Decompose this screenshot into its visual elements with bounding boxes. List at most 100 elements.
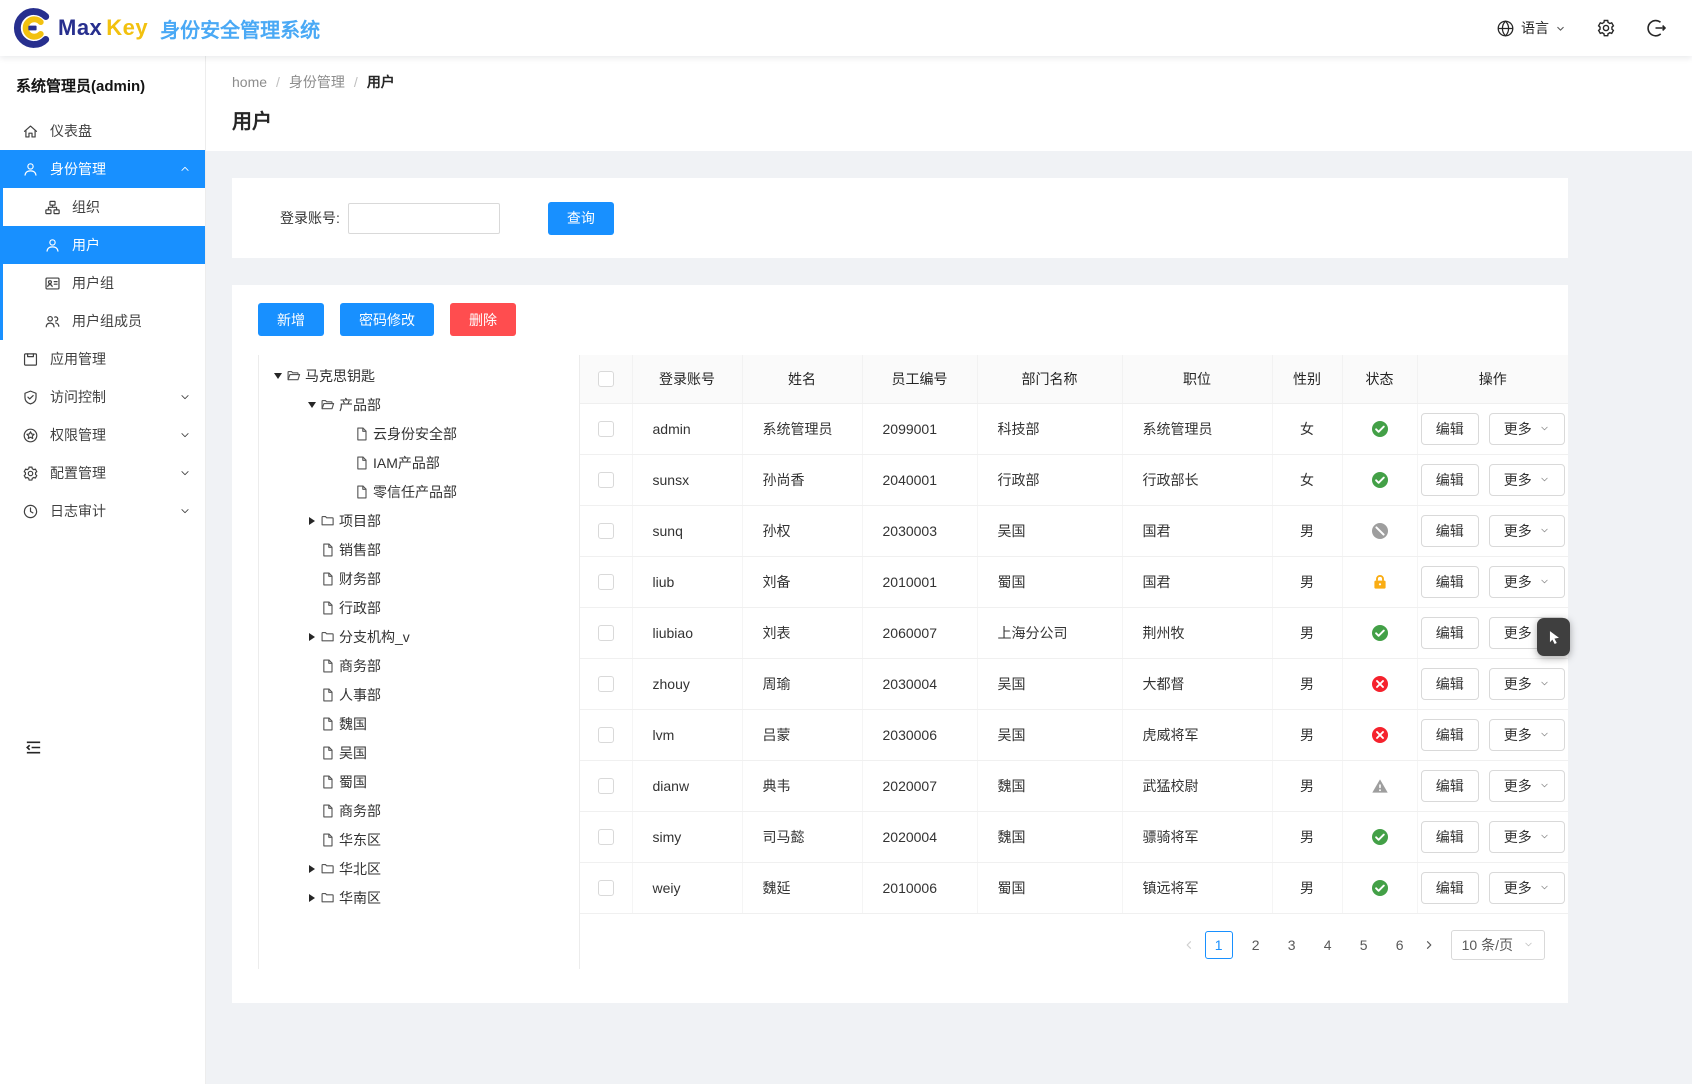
caret-down-icon[interactable] <box>269 373 286 379</box>
breadcrumb-home[interactable]: home <box>232 74 267 90</box>
sidebar-item-org[interactable]: 组织 <box>3 188 205 226</box>
query-button[interactable]: 查询 <box>548 202 614 235</box>
caret-right-icon[interactable] <box>303 894 320 902</box>
sidebar-user-title: 系统管理员(admin) <box>0 56 205 112</box>
tree-node[interactable]: 华东区 <box>259 825 579 854</box>
sidebar-item-audit[interactable]: 日志审计 <box>0 492 205 530</box>
sidebar-item-perm[interactable]: 权限管理 <box>0 416 205 454</box>
tree-node[interactable]: 吴国 <box>259 738 579 767</box>
sidebar-item-access[interactable]: 访问控制 <box>0 378 205 416</box>
tree-node[interactable]: 行政部 <box>259 593 579 622</box>
sidebar-item-dashboard[interactable]: 仪表盘 <box>0 112 205 150</box>
menu-fold-icon[interactable] <box>24 738 43 757</box>
tree-node[interactable]: 华北区 <box>259 854 579 883</box>
breadcrumb-identity[interactable]: 身份管理 <box>289 72 345 92</box>
row-checkbox[interactable] <box>598 676 614 692</box>
page-button-4[interactable]: 4 <box>1315 931 1341 959</box>
edit-button[interactable]: 编辑 <box>1421 872 1479 904</box>
cell-ops: 编辑更多 <box>1417 505 1568 556</box>
caret-right-icon[interactable] <box>303 865 320 873</box>
edit-button[interactable]: 编辑 <box>1421 413 1479 445</box>
edit-button[interactable]: 编辑 <box>1421 515 1479 547</box>
more-button[interactable]: 更多 <box>1489 515 1565 547</box>
edit-button[interactable]: 编辑 <box>1421 566 1479 598</box>
logout-icon[interactable] <box>1646 18 1666 38</box>
cell-account: admin <box>632 403 742 454</box>
tree-node[interactable]: 蜀国 <box>259 767 579 796</box>
table-header-row: 登录账号姓名员工编号部门名称职位性别状态操作 <box>580 355 1568 403</box>
more-button[interactable]: 更多 <box>1489 668 1565 700</box>
caret-right-icon[interactable] <box>303 517 320 525</box>
tree-node[interactable]: 华南区 <box>259 883 579 912</box>
row-checkbox[interactable] <box>598 829 614 845</box>
row-checkbox[interactable] <box>598 778 614 794</box>
more-button[interactable]: 更多 <box>1489 464 1565 496</box>
tree-node[interactable]: 人事部 <box>259 680 579 709</box>
tree-node[interactable]: 分支机构_v <box>259 622 579 651</box>
next-page-icon[interactable] <box>1423 939 1435 951</box>
row-checkbox[interactable] <box>598 421 614 437</box>
sidebar-item-config[interactable]: 配置管理 <box>0 454 205 492</box>
floating-widget[interactable] <box>1537 618 1570 656</box>
row-checkbox[interactable] <box>598 880 614 896</box>
row-checkbox[interactable] <box>598 574 614 590</box>
edit-button[interactable]: 编辑 <box>1421 668 1479 700</box>
caret-right-icon[interactable] <box>303 633 320 641</box>
page-button-6[interactable]: 6 <box>1387 931 1413 959</box>
brand[interactable]: MaxKey 身份安全管理系统 <box>10 6 320 50</box>
page-button-2[interactable]: 2 <box>1243 931 1269 959</box>
select-all-checkbox[interactable] <box>598 371 614 387</box>
prev-page-icon[interactable] <box>1183 939 1195 951</box>
tree-node-label: 人事部 <box>339 685 381 705</box>
more-button[interactable]: 更多 <box>1489 413 1565 445</box>
more-button[interactable]: 更多 <box>1489 821 1565 853</box>
row-checkbox[interactable] <box>598 523 614 539</box>
tree-node[interactable]: 魏国 <box>259 709 579 738</box>
page-button-3[interactable]: 3 <box>1279 931 1305 959</box>
tree-node[interactable]: 销售部 <box>259 535 579 564</box>
language-menu[interactable]: 语言 <box>1496 18 1566 38</box>
edit-button[interactable]: 编辑 <box>1421 719 1479 751</box>
tree-node[interactable]: 财务部 <box>259 564 579 593</box>
page-button-1[interactable]: 1 <box>1205 931 1233 959</box>
tree-node[interactable]: IAM产品部 <box>259 448 579 477</box>
sidebar-item-usergroup[interactable]: 用户组 <box>3 264 205 302</box>
table-row: weiy魏延2010006蜀国镇远将军男编辑更多 <box>580 862 1568 913</box>
row-checkbox[interactable] <box>598 472 614 488</box>
tree-node[interactable]: 产品部 <box>259 390 579 419</box>
caret-down-icon[interactable] <box>303 402 320 408</box>
tree-node[interactable]: 零信任产品部 <box>259 477 579 506</box>
cell-dept: 行政部 <box>977 454 1122 505</box>
more-button[interactable]: 更多 <box>1489 566 1565 598</box>
edit-button[interactable]: 编辑 <box>1421 464 1479 496</box>
tree-node[interactable]: 马克思钥匙 <box>259 361 579 390</box>
login-account-input[interactable] <box>348 203 500 234</box>
tree-node[interactable]: 云身份安全部 <box>259 419 579 448</box>
tree-node[interactable]: 商务部 <box>259 796 579 825</box>
edit-button[interactable]: 编辑 <box>1421 821 1479 853</box>
delete-button[interactable]: 删除 <box>450 303 516 336</box>
sidebar-item-members[interactable]: 用户组成员 <box>3 302 205 340</box>
row-checkbox[interactable] <box>598 625 614 641</box>
more-button[interactable]: 更多 <box>1489 719 1565 751</box>
table-row: sunsx孙尚香2040001行政部行政部长女编辑更多 <box>580 454 1568 505</box>
sidebar-item-user[interactable]: 用户 <box>3 226 205 264</box>
users-table: 登录账号姓名员工编号部门名称职位性别状态操作 admin系统管理员2099001… <box>580 355 1568 914</box>
status-active-icon <box>1343 624 1417 642</box>
status-disabled-icon <box>1343 522 1417 540</box>
tree-node[interactable]: 商务部 <box>259 651 579 680</box>
change-password-button[interactable]: 密码修改 <box>340 303 434 336</box>
row-checkbox[interactable] <box>598 727 614 743</box>
page-button-5[interactable]: 5 <box>1351 931 1377 959</box>
edit-button[interactable]: 编辑 <box>1421 770 1479 802</box>
more-button[interactable]: 更多 <box>1489 872 1565 904</box>
page-size-select[interactable]: 10 条/页 <box>1451 930 1545 960</box>
column-header: 状态 <box>1342 355 1417 403</box>
edit-button[interactable]: 编辑 <box>1421 617 1479 649</box>
settings-gear-icon[interactable] <box>1596 18 1616 38</box>
sidebar-item-identity[interactable]: 身份管理 <box>0 150 205 188</box>
sidebar-item-app[interactable]: 应用管理 <box>0 340 205 378</box>
add-button[interactable]: 新增 <box>258 303 324 336</box>
tree-node[interactable]: 项目部 <box>259 506 579 535</box>
more-button[interactable]: 更多 <box>1489 770 1565 802</box>
